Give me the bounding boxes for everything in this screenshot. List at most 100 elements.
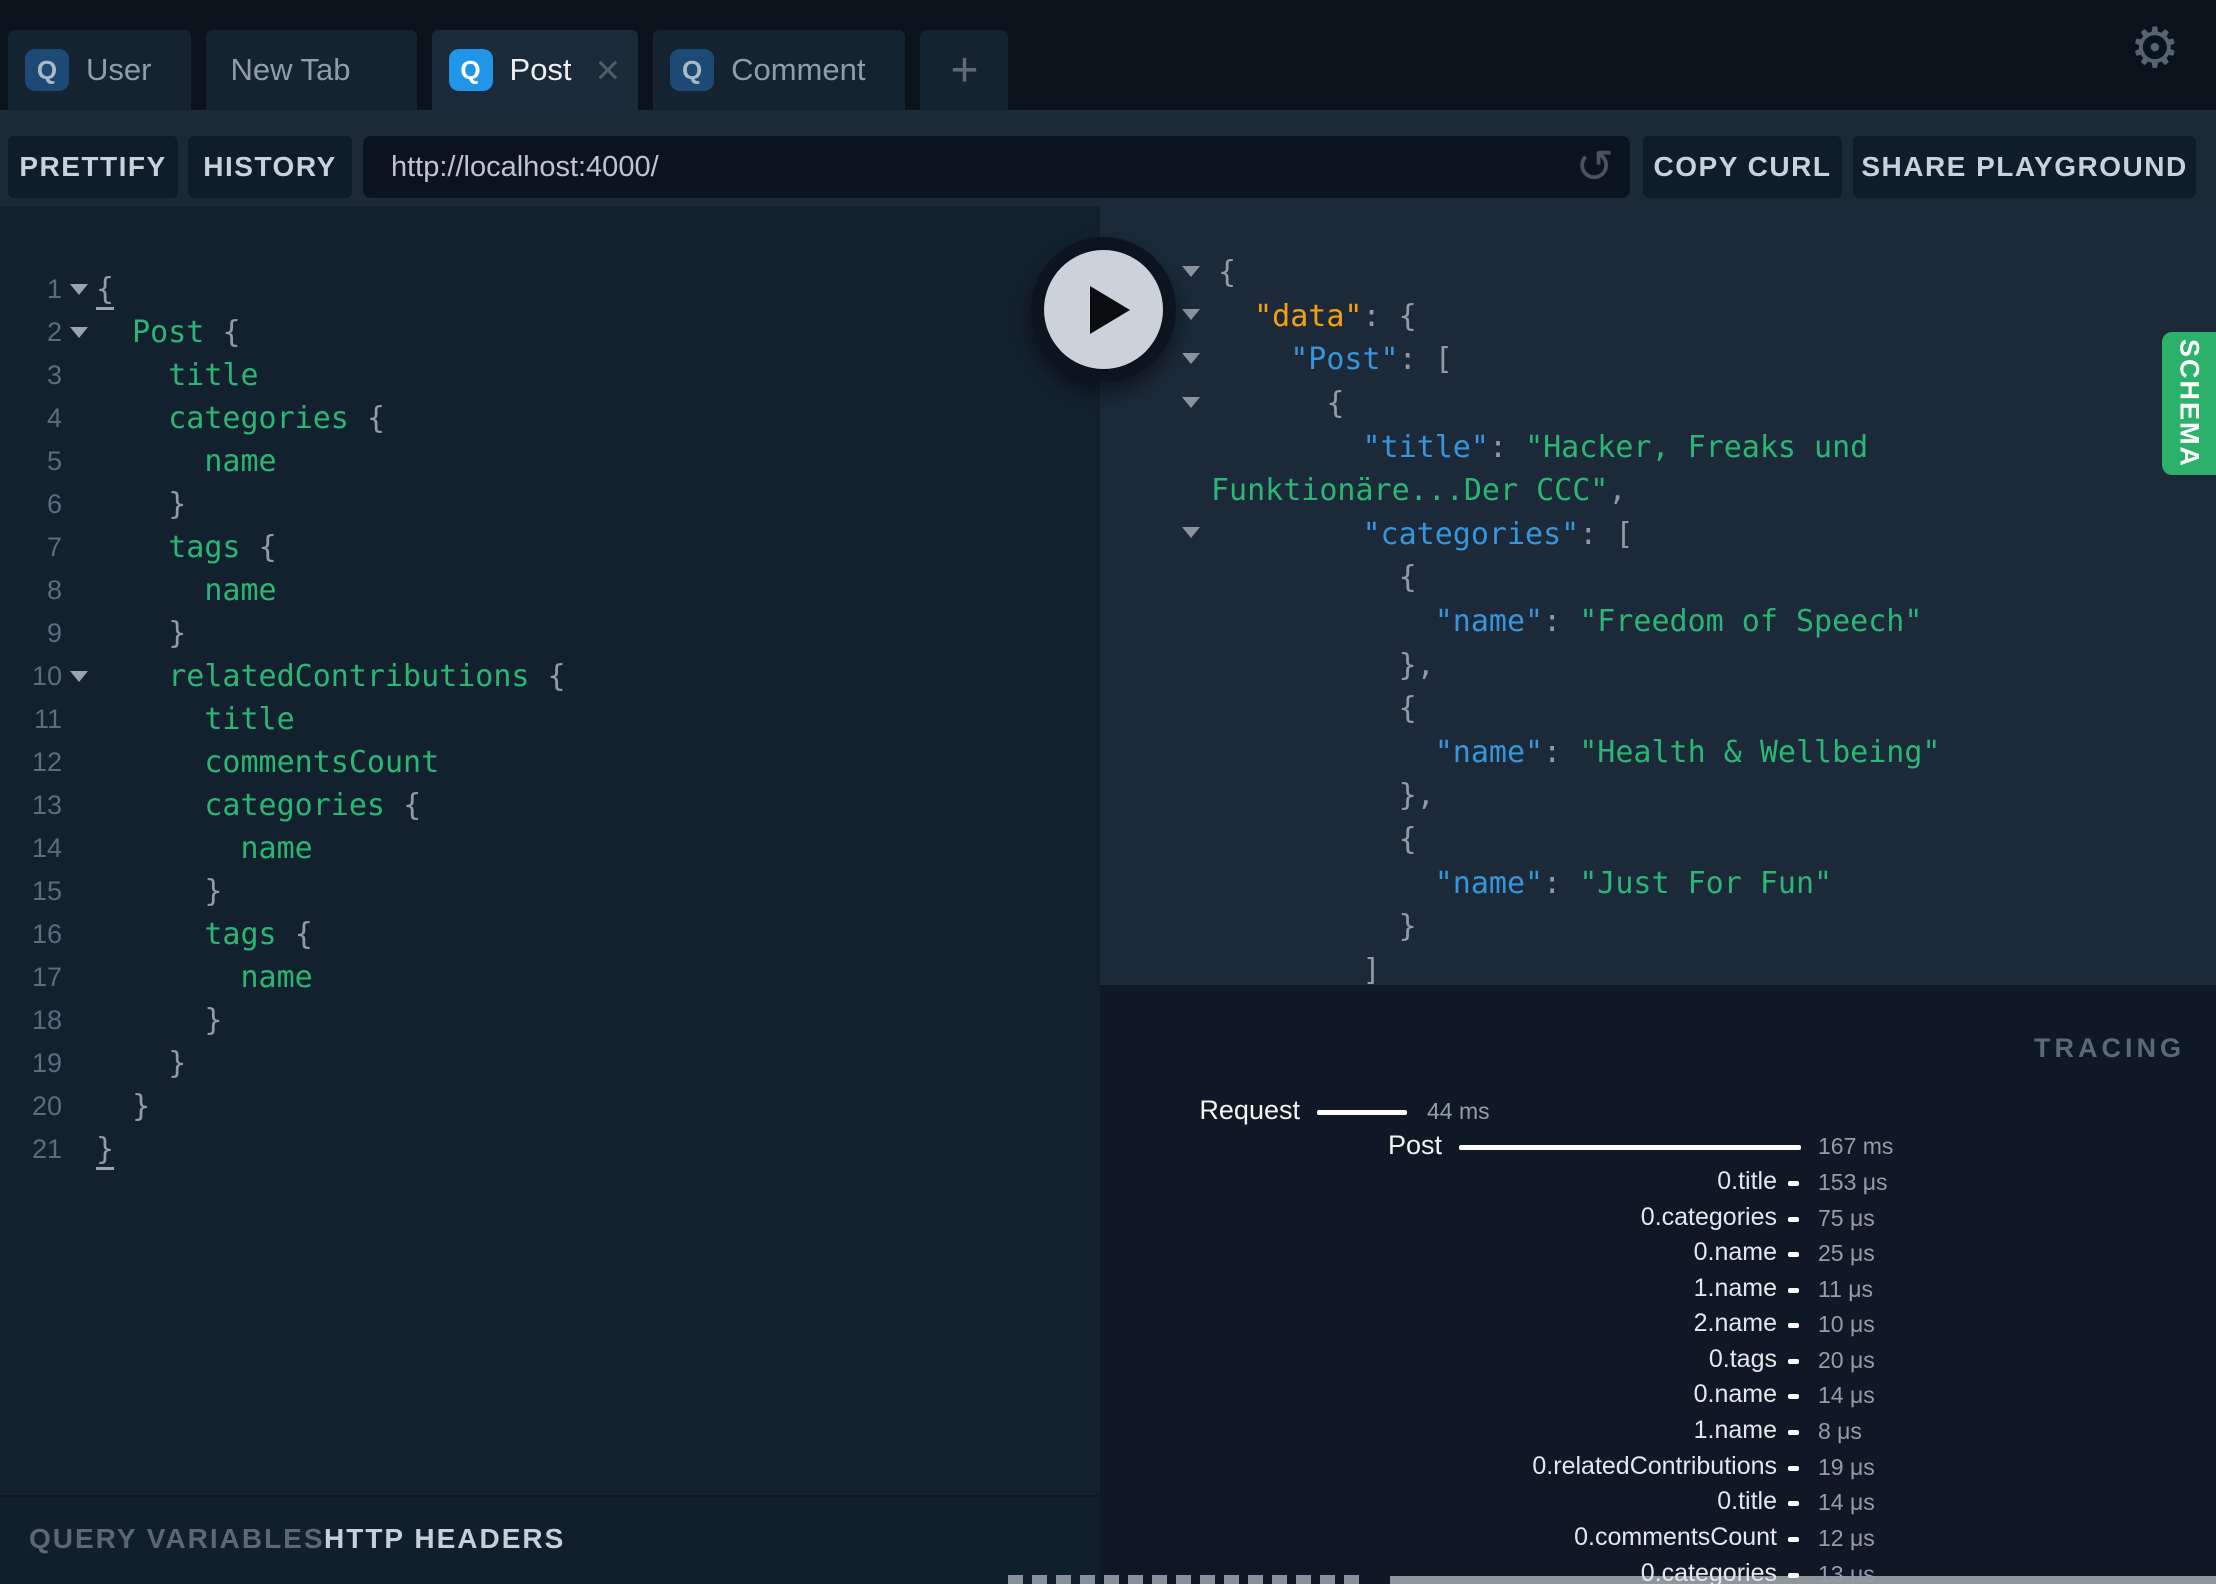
- tracing-duration-bar: [1788, 1394, 1799, 1399]
- response-code: "categories": [: [1362, 516, 1634, 552]
- query-code: }: [204, 1003, 223, 1038]
- line-number: 16: [31, 919, 62, 949]
- line-number: 14: [31, 833, 62, 863]
- tracing-row-label: 1.name: [1693, 1274, 1777, 1302]
- response-line: "data": {: [1100, 295, 2216, 339]
- query-code: categories {: [204, 788, 422, 823]
- fold-arrow-icon[interactable]: [70, 671, 88, 682]
- tracing-duration-time: 20 μs: [1818, 1347, 1875, 1373]
- response-line: },: [1100, 643, 2216, 687]
- line-number: 12: [31, 747, 62, 777]
- query-line: 2 Post {: [0, 311, 1100, 354]
- line-number: 21: [31, 1134, 62, 1164]
- tracing-panel: TRACING Request 44 ms Post 167 ms 0.title 153…: [1100, 985, 2216, 1584]
- query-code: {: [96, 272, 115, 310]
- tracing-duration-bar: [1788, 1288, 1799, 1293]
- collapse-arrow-icon[interactable]: [1182, 309, 1200, 321]
- query-code: Post {: [132, 315, 241, 350]
- tracing-duration-time: 10 μs: [1818, 1311, 1875, 1337]
- line-number: 20: [31, 1091, 62, 1121]
- tracing-duration-bar: [1788, 1217, 1799, 1222]
- prettify-button[interactable]: PRETTIFY: [8, 136, 178, 198]
- line-number: 9: [46, 618, 62, 648]
- endpoint-url-input[interactable]: [363, 136, 1630, 198]
- line-number: 1: [46, 274, 62, 304]
- tracing-row-label: 1.name: [1693, 1416, 1777, 1444]
- query-editor[interactable]: 1{2 Post {3 title 4 categories {5 name 6 }…: [0, 206, 1100, 1495]
- settings-gear-icon[interactable]: ⚙: [2130, 20, 2180, 76]
- history-button[interactable]: HISTORY: [188, 136, 352, 198]
- fold-arrow-icon[interactable]: [70, 327, 88, 338]
- response-line: "categories": [: [1100, 513, 2216, 557]
- query-line: 18 }: [0, 999, 1100, 1042]
- schema-tab[interactable]: SCHEMA: [2162, 332, 2216, 475]
- tracing-duration-time: 75 μs: [1818, 1205, 1875, 1231]
- query-line: 10 relatedContributions {: [0, 655, 1100, 698]
- tab-post[interactable]: Q Post ×: [431, 30, 639, 110]
- query-variables-tab[interactable]: QUERY VARIABLES: [29, 1523, 325, 1555]
- execute-query-button[interactable]: [1031, 237, 1176, 382]
- reload-schema-icon[interactable]: ↺: [1575, 139, 1614, 194]
- query-code: title: [168, 358, 259, 393]
- response-code: Funktionäre...Der CCC",: [1211, 473, 1627, 509]
- line-number: 13: [31, 790, 62, 820]
- tab-new-tab[interactable]: New Tab: [206, 30, 417, 110]
- toolbar: PRETTIFY HISTORY ↺ COPY CURL SHARE PLAYG…: [0, 110, 2216, 206]
- query-badge: Q: [448, 49, 493, 91]
- line-number: 4: [46, 403, 62, 433]
- line-number: 10: [31, 661, 62, 691]
- clipped-bottom-text: [1008, 1575, 1368, 1584]
- tracing-row-label: Post: [1387, 1130, 1442, 1160]
- collapse-arrow-icon[interactable]: [1182, 265, 1200, 277]
- response-line: "name": "Just For Fun": [1100, 861, 2216, 905]
- fold-arrow-icon[interactable]: [70, 284, 88, 295]
- query-line: 17 name: [0, 956, 1100, 999]
- response-line: }: [1100, 905, 2216, 949]
- query-code: title: [204, 702, 295, 737]
- query-line: 12 commentsCount: [0, 741, 1100, 784]
- close-icon[interactable]: ×: [596, 49, 621, 90]
- response-code: },: [1398, 778, 1435, 814]
- tab-user[interactable]: Q User: [8, 30, 192, 110]
- collapse-arrow-icon[interactable]: [1182, 527, 1200, 539]
- response-code: "data": {: [1254, 298, 1417, 334]
- new-tab-button[interactable]: +: [920, 30, 1009, 110]
- tab-bar: Q User New Tab Q Post × Q Comment + ⚙: [0, 0, 2216, 110]
- copy-curl-button[interactable]: COPY CURL: [1643, 136, 1842, 198]
- query-code: tags {: [168, 530, 277, 565]
- query-code: }: [168, 1046, 187, 1081]
- tracing-row-label: 0.commentsCount: [1574, 1523, 1777, 1551]
- query-code: name: [240, 831, 313, 866]
- tracing-row-label: 0.name: [1693, 1380, 1777, 1408]
- query-line: 13 categories {: [0, 784, 1100, 827]
- query-line: 9 }: [0, 612, 1100, 655]
- collapse-arrow-icon[interactable]: [1182, 352, 1200, 364]
- collapse-arrow-icon[interactable]: [1182, 396, 1200, 408]
- tracing-row-label: 2.name: [1693, 1309, 1777, 1337]
- response-code: {: [1218, 255, 1237, 291]
- tracing-panel-title: TRACING: [2034, 1033, 2185, 1063]
- query-line: 7 tags {: [0, 526, 1100, 569]
- tracing-duration-time: 14 μs: [1818, 1382, 1875, 1408]
- query-line: 19 }: [0, 1042, 1100, 1085]
- line-number: 15: [31, 876, 62, 906]
- share-playground-button[interactable]: SHARE PLAYGROUND: [1853, 136, 2196, 198]
- tracing-duration-time: 12 μs: [1818, 1525, 1875, 1551]
- line-number: 17: [31, 962, 62, 992]
- response-code: {: [1326, 386, 1345, 422]
- http-headers-tab[interactable]: HTTP HEADERS: [324, 1523, 565, 1555]
- line-number: 3: [46, 360, 62, 390]
- tracing-duration-time: 25 μs: [1818, 1240, 1875, 1266]
- tracing-row-label: Request: [1199, 1095, 1300, 1125]
- tab-comment[interactable]: Q Comment: [653, 30, 906, 110]
- tracing-duration-time: 14 μs: [1818, 1489, 1875, 1515]
- response-code: "name": "Freedom of Speech": [1434, 604, 1923, 640]
- response-code: {: [1398, 691, 1417, 727]
- tracing-duration-bar: [1788, 1537, 1799, 1542]
- query-code: name: [240, 960, 313, 995]
- response-line: {: [1100, 818, 2216, 862]
- response-code: },: [1398, 647, 1435, 683]
- response-line: ]: [1100, 949, 2216, 985]
- query-code: }: [168, 487, 187, 522]
- tracing-horizontal-scrollbar[interactable]: [1390, 1576, 2216, 1584]
